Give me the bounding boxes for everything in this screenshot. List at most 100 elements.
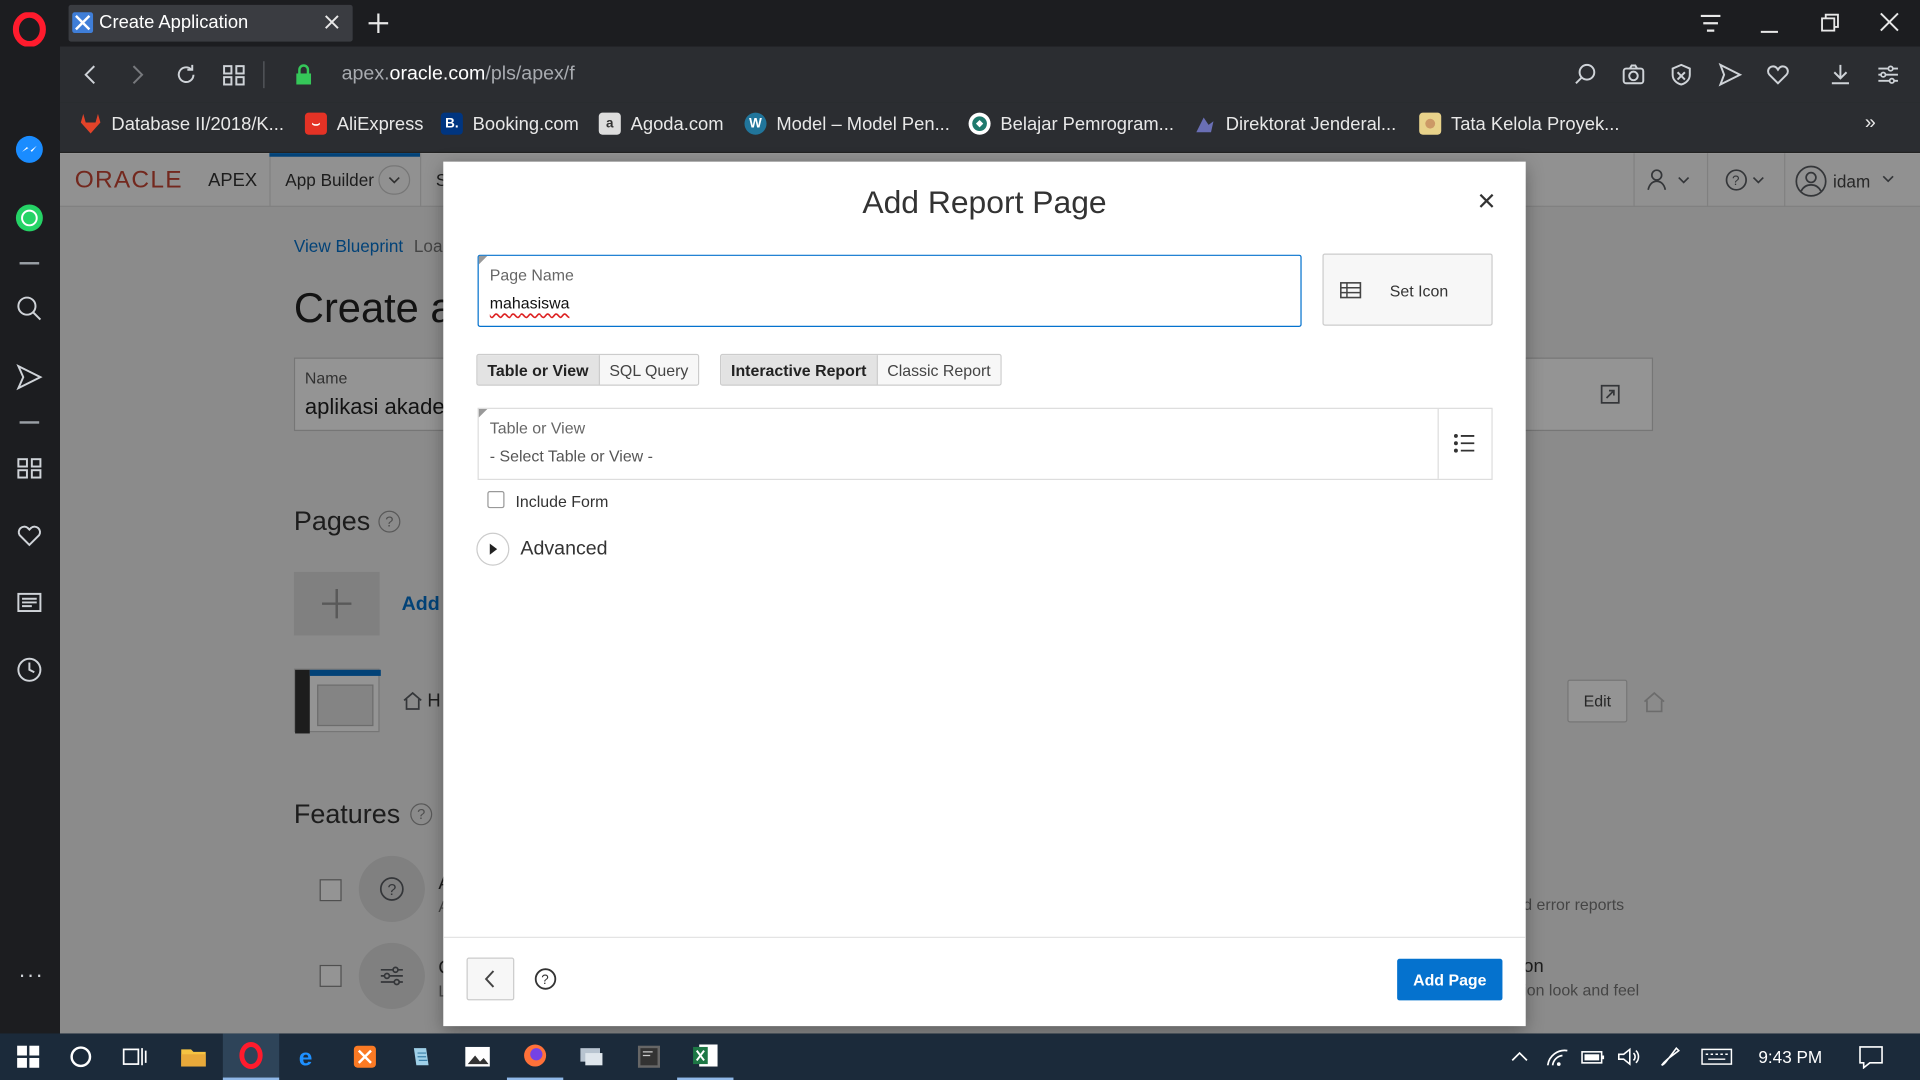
- divider: [263, 61, 265, 89]
- battery-icon[interactable]: [1580, 1047, 1607, 1067]
- volume-icon[interactable]: [1616, 1046, 1640, 1068]
- new-tab-icon[interactable]: [367, 12, 389, 34]
- bookmark-item[interactable]: ⌣ AliExpress: [304, 103, 424, 145]
- gitlab-icon: [80, 113, 102, 135]
- tab-classic-report[interactable]: Classic Report: [877, 355, 1001, 385]
- bookmark-item[interactable]: Tata Kelola Proyek...: [1419, 103, 1619, 145]
- photos-icon[interactable]: [449, 1033, 505, 1080]
- emblem-icon: [1194, 113, 1216, 135]
- notepad-icon[interactable]: [393, 1033, 449, 1080]
- send-icon[interactable]: [16, 364, 43, 391]
- include-form-checkbox[interactable]: [487, 491, 505, 509]
- forward-icon[interactable]: [125, 62, 149, 86]
- set-icon-label: Set Icon: [1389, 281, 1449, 300]
- pen-workspace-icon[interactable]: [1658, 1044, 1682, 1068]
- search-page-icon[interactable]: [1573, 62, 1597, 86]
- windows-taskbar: e 9:43 PM: [0, 1033, 1920, 1080]
- wordpress-icon: W: [744, 112, 767, 135]
- lock-icon[interactable]: [294, 62, 314, 86]
- list-of-values-icon[interactable]: [1439, 409, 1493, 479]
- news-icon[interactable]: [16, 589, 43, 616]
- edge-icon[interactable]: e: [280, 1033, 336, 1080]
- bookmarks-bar: Database II/2018/K... ⌣ AliExpress B. Book…: [60, 102, 1920, 154]
- opera-taskbar-icon[interactable]: [222, 1033, 280, 1080]
- doc-icon: [1419, 112, 1442, 135]
- advanced-expand-icon[interactable]: [476, 532, 510, 566]
- required-marker: [478, 255, 488, 265]
- close-tab-icon[interactable]: [323, 13, 340, 30]
- svg-text:?: ?: [541, 972, 548, 987]
- action-center-icon[interactable]: [1858, 1044, 1885, 1069]
- remote-desktop-icon[interactable]: [563, 1033, 619, 1080]
- help-icon[interactable]: ?: [534, 967, 557, 990]
- tab-title: Create Application: [99, 12, 249, 34]
- address-bar-row: apex.oracle.com/pls/apex/f: [60, 46, 1920, 103]
- back-button[interactable]: [466, 957, 515, 1001]
- excel-icon[interactable]: [677, 1033, 734, 1080]
- bookmark-item[interactable]: W Model – Model Pen...: [744, 103, 950, 145]
- table-icon: [1340, 282, 1362, 299]
- page-name-label: Page Name: [489, 265, 574, 285]
- page-name-input[interactable]: Page Name mahasiswa: [477, 254, 1302, 327]
- more-bookmarks-icon[interactable]: »: [1865, 113, 1876, 135]
- easy-setup-icon[interactable]: [1876, 62, 1900, 86]
- restore-icon[interactable]: [1820, 12, 1842, 34]
- tab-menu-icon[interactable]: [1698, 12, 1722, 34]
- search-icon[interactable]: [16, 295, 43, 322]
- report-type-toggle: Interactive Report Classic Report: [720, 353, 1002, 386]
- snapshot-camera-icon[interactable]: [1621, 62, 1645, 86]
- agoda-icon: a: [598, 112, 621, 135]
- minimize-icon[interactable]: [1758, 12, 1780, 34]
- bookmark-item[interactable]: B. Booking.com: [440, 103, 579, 145]
- svg-text:e: e: [299, 1044, 313, 1070]
- show-hidden-icons[interactable]: [1509, 1046, 1531, 1068]
- wifi-icon[interactable]: [1545, 1046, 1569, 1068]
- xampp-icon[interactable]: [337, 1033, 393, 1080]
- flow-send-icon[interactable]: [1718, 62, 1743, 87]
- clock[interactable]: 9:43 PM: [1758, 1047, 1822, 1067]
- bookmark-item[interactable]: Database II/2018/K...: [80, 103, 284, 145]
- firefox-icon[interactable]: [506, 1033, 564, 1080]
- advanced-label[interactable]: Advanced: [520, 539, 607, 561]
- opera-sidebar: ···: [0, 0, 60, 1034]
- windows-start-icon[interactable]: [0, 1033, 56, 1080]
- tab-sql-query[interactable]: SQL Query: [599, 355, 699, 385]
- add-report-page-dialog: Add Report Page Page Name mahasiswa Set …: [443, 161, 1526, 1027]
- page-name-value: mahasiswa: [489, 293, 570, 313]
- favorite-heart-icon[interactable]: [1766, 62, 1790, 86]
- back-icon[interactable]: [78, 62, 102, 86]
- heart-icon[interactable]: [16, 522, 43, 549]
- keyboard-icon[interactable]: [1701, 1047, 1733, 1067]
- tabs-grid-icon[interactable]: [222, 62, 246, 86]
- cortana-icon[interactable]: [53, 1033, 109, 1080]
- close-window-icon[interactable]: [1878, 11, 1900, 33]
- bookmark-item[interactable]: Direktorat Jenderal...: [1194, 103, 1396, 145]
- tab-table-or-view[interactable]: Table or View: [477, 355, 600, 385]
- table-or-view-label: Table or View: [489, 418, 586, 438]
- more-icon[interactable]: ···: [18, 962, 44, 988]
- aliexpress-icon: ⌣: [304, 112, 327, 135]
- sidebar-divider: [19, 262, 40, 264]
- task-view-icon[interactable]: [107, 1033, 163, 1080]
- close-dialog-icon[interactable]: [1477, 191, 1497, 211]
- download-icon[interactable]: [1828, 62, 1852, 86]
- source-type-toggle: Table or View SQL Query: [476, 353, 700, 386]
- tab-create-application[interactable]: Create Application: [68, 4, 353, 42]
- adblock-shield-icon[interactable]: [1669, 62, 1693, 86]
- file-explorer-icon[interactable]: [165, 1033, 221, 1080]
- opera-logo-icon[interactable]: [12, 12, 46, 47]
- tab-interactive-report[interactable]: Interactive Report: [721, 355, 878, 385]
- terminal-app-icon[interactable]: [621, 1033, 677, 1080]
- set-icon-button[interactable]: Set Icon: [1322, 253, 1493, 326]
- table-or-view-select[interactable]: Table or View - Select Table or View -: [477, 407, 1493, 480]
- history-icon[interactable]: [16, 656, 43, 683]
- speed-dial-icon[interactable]: [16, 454, 43, 481]
- bookmark-item[interactable]: a Agoda.com: [598, 103, 724, 145]
- add-page-button[interactable]: Add Page: [1397, 958, 1503, 1001]
- whatsapp-icon[interactable]: [15, 203, 44, 232]
- messenger-icon[interactable]: [15, 135, 44, 164]
- bookmark-item[interactable]: Belajar Pemrogram...: [968, 103, 1174, 145]
- url-field[interactable]: apex.oracle.com/pls/apex/f: [342, 64, 575, 86]
- reload-icon[interactable]: [174, 62, 198, 86]
- globe-icon: [968, 112, 991, 135]
